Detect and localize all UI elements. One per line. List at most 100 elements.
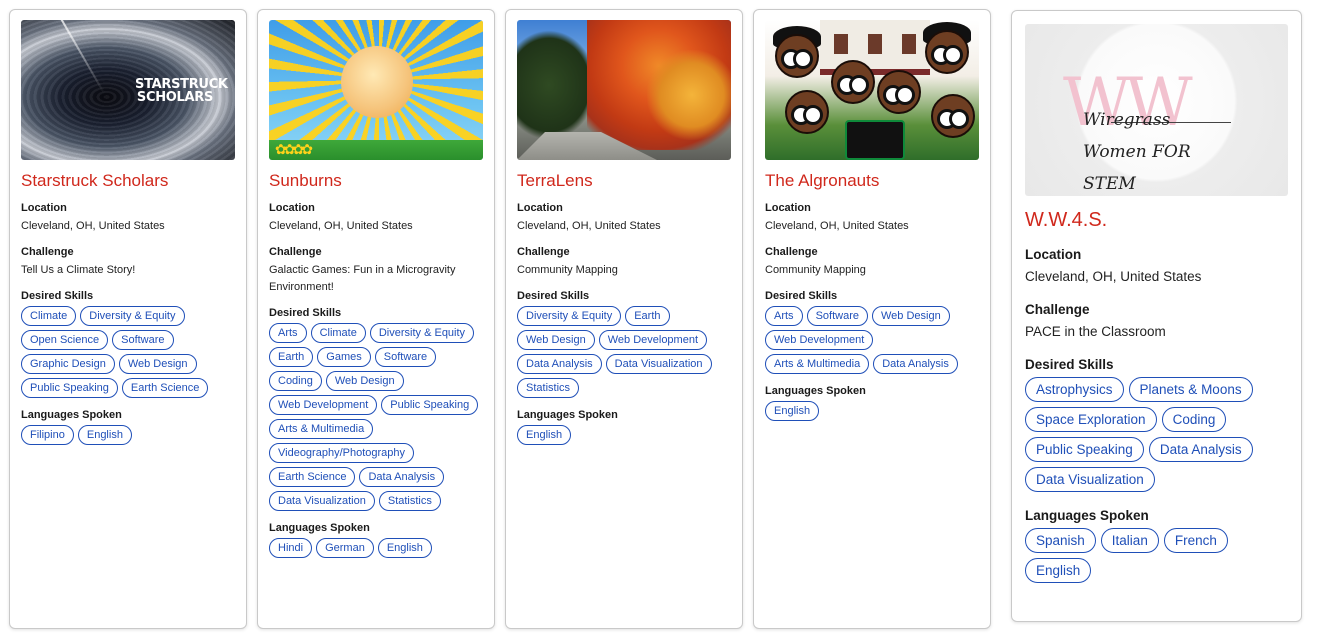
location-value: Cleveland, OH, United States [765, 220, 909, 232]
tag-data-analysis[interactable]: Data Analysis [1148, 437, 1253, 462]
thumbnail-sun-face [341, 46, 413, 118]
tag-diversity-equity[interactable]: Diversity & Equity [369, 323, 475, 343]
challenge-value: PACE in the Classroom [1025, 324, 1166, 339]
languages-tag-list: English [517, 425, 731, 445]
tag-planets-moons[interactable]: Planets & Moons [1128, 377, 1253, 402]
tag-statistics[interactable]: Statistics [517, 378, 580, 398]
tag-diversity-equity[interactable]: Diversity & Equity [80, 306, 185, 326]
tag-coding[interactable]: Coding [269, 371, 322, 391]
thumbnail-flowers: ✿✿✿✿ [275, 141, 313, 157]
skills-tag-list: Climate Diversity & Equity Open Science Sof… [21, 306, 235, 398]
tag-diversity-equity[interactable]: Diversity & Equity [517, 306, 622, 326]
tag-space-exploration[interactable]: Space Exploration [1025, 407, 1157, 432]
thumbnail-character [925, 30, 969, 74]
tag-public-speaking[interactable]: Public Speaking [21, 378, 118, 398]
tag-coding[interactable]: Coding [1161, 407, 1227, 432]
tag-earth[interactable]: Earth [625, 306, 670, 326]
thumbnail-character [831, 60, 875, 104]
tag-web-development[interactable]: Web Development [765, 330, 874, 350]
challenge-value: Community Mapping [517, 264, 618, 276]
tag-data-visualization[interactable]: Data Visualization [1025, 467, 1155, 492]
tag-earth-science[interactable]: Earth Science [269, 467, 356, 487]
tag-public-speaking[interactable]: Public Speaking [1025, 437, 1144, 462]
tag-filipino[interactable]: Filipino [21, 425, 74, 445]
skills-tag-list: Arts Software Web Design Web Development Art… [765, 306, 979, 374]
tag-open-science[interactable]: Open Science [21, 330, 109, 350]
thumbnail-character [775, 34, 819, 78]
team-thumbnail[interactable] [765, 20, 979, 160]
location-label: Location [269, 202, 315, 214]
thumbnail-logo-text: STARSTRUCK SCHOLARS [135, 77, 228, 105]
team-card-the-algronauts: The Algronauts Location Cleveland, OH, U… [753, 9, 991, 629]
challenge-label: Challenge [1025, 302, 1090, 317]
tag-climate[interactable]: Climate [21, 306, 77, 326]
tag-german[interactable]: German [316, 538, 374, 558]
challenge-label: Challenge [21, 246, 74, 258]
team-name-link[interactable]: Sunburns [269, 171, 483, 191]
tag-data-analysis[interactable]: Data Analysis [517, 354, 602, 374]
tag-astrophysics[interactable]: Astrophysics [1025, 377, 1124, 402]
tag-software[interactable]: Software [112, 330, 174, 350]
team-thumbnail[interactable] [517, 20, 731, 160]
tag-data-analysis[interactable]: Data Analysis [359, 467, 445, 487]
tag-public-speaking[interactable]: Public Speaking [381, 395, 479, 415]
thumbnail-window [902, 34, 916, 54]
tag-italian[interactable]: Italian [1100, 528, 1159, 553]
tag-french[interactable]: French [1163, 528, 1228, 553]
tag-earth[interactable]: Earth [269, 347, 314, 367]
team-name-link[interactable]: W.W.4.S. [1025, 208, 1288, 232]
tag-english[interactable]: English [1025, 558, 1092, 583]
tag-spanish[interactable]: Spanish [1025, 528, 1096, 553]
tag-hindi[interactable]: Hindi [269, 538, 313, 558]
challenge-label: Challenge [269, 246, 322, 258]
location-value: Cleveland, OH, United States [269, 220, 413, 232]
tag-software[interactable]: Software [806, 306, 868, 326]
languages-tag-list: Spanish Italian French English [1025, 528, 1288, 583]
tag-software[interactable]: Software [374, 347, 437, 367]
tag-data-visualization[interactable]: Data Visualization [605, 354, 712, 374]
challenge-value: Tell Us a Climate Story! [21, 264, 136, 276]
tag-data-analysis[interactable]: Data Analysis [873, 354, 958, 374]
tag-web-design[interactable]: Web Design [871, 306, 950, 326]
team-name-link[interactable]: The Algronauts [765, 171, 979, 191]
team-thumbnail[interactable]: WW Wiregrass Women FOR STEM [1025, 24, 1288, 196]
team-thumbnail[interactable]: ✿✿✿✿ [269, 20, 483, 160]
thumbnail-orange-tree [647, 50, 731, 140]
tag-graphic-design[interactable]: Graphic Design [21, 354, 115, 374]
thumbnail-window [868, 34, 882, 54]
team-name-link[interactable]: Starstruck Scholars [21, 171, 235, 191]
tag-web-development[interactable]: Web Development [598, 330, 708, 350]
team-thumbnail[interactable]: STARSTRUCK SCHOLARS [21, 20, 235, 160]
team-card-sunburns: ✿✿✿✿ Sunburns Location Cleveland, OH, Un… [257, 9, 495, 629]
languages-tag-list: English [765, 401, 979, 421]
team-card-terralens: TerraLens Location Cleveland, OH, United… [505, 9, 743, 629]
tag-web-design[interactable]: Web Design [325, 371, 404, 391]
thumbnail-character [785, 90, 829, 134]
tag-arts-multimedia[interactable]: Arts & Multimedia [765, 354, 870, 374]
tag-web-design[interactable]: Web Design [118, 354, 197, 374]
languages-label: Languages Spoken [765, 385, 866, 397]
tag-web-development[interactable]: Web Development [269, 395, 378, 415]
tag-earth-science[interactable]: Earth Science [121, 378, 209, 398]
tag-arts[interactable]: Arts [765, 306, 803, 326]
languages-label: Languages Spoken [21, 409, 122, 421]
tag-data-visualization[interactable]: Data Visualization [269, 491, 375, 511]
tag-arts[interactable]: Arts [269, 323, 307, 343]
skills-label: Desired Skills [765, 290, 838, 302]
tag-arts-multimedia[interactable]: Arts & Multimedia [269, 419, 374, 439]
tag-videography-photography[interactable]: Videography/Photography [269, 443, 415, 463]
challenge-label: Challenge [765, 246, 818, 258]
tag-english[interactable]: English [377, 538, 432, 558]
location-label: Location [765, 202, 811, 214]
tag-english[interactable]: English [517, 425, 572, 445]
location-label: Location [1025, 247, 1082, 262]
team-card-wwfs: WW Wiregrass Women FOR STEM W.W.4.S. Loc… [1011, 10, 1302, 622]
tag-english[interactable]: English [77, 425, 132, 445]
skills-label: Desired Skills [269, 307, 342, 319]
tag-english[interactable]: English [765, 401, 820, 421]
team-name-link[interactable]: TerraLens [517, 171, 731, 191]
tag-statistics[interactable]: Statistics [378, 491, 441, 511]
tag-web-design[interactable]: Web Design [517, 330, 595, 350]
tag-climate[interactable]: Climate [310, 323, 366, 343]
tag-games[interactable]: Games [317, 347, 371, 367]
